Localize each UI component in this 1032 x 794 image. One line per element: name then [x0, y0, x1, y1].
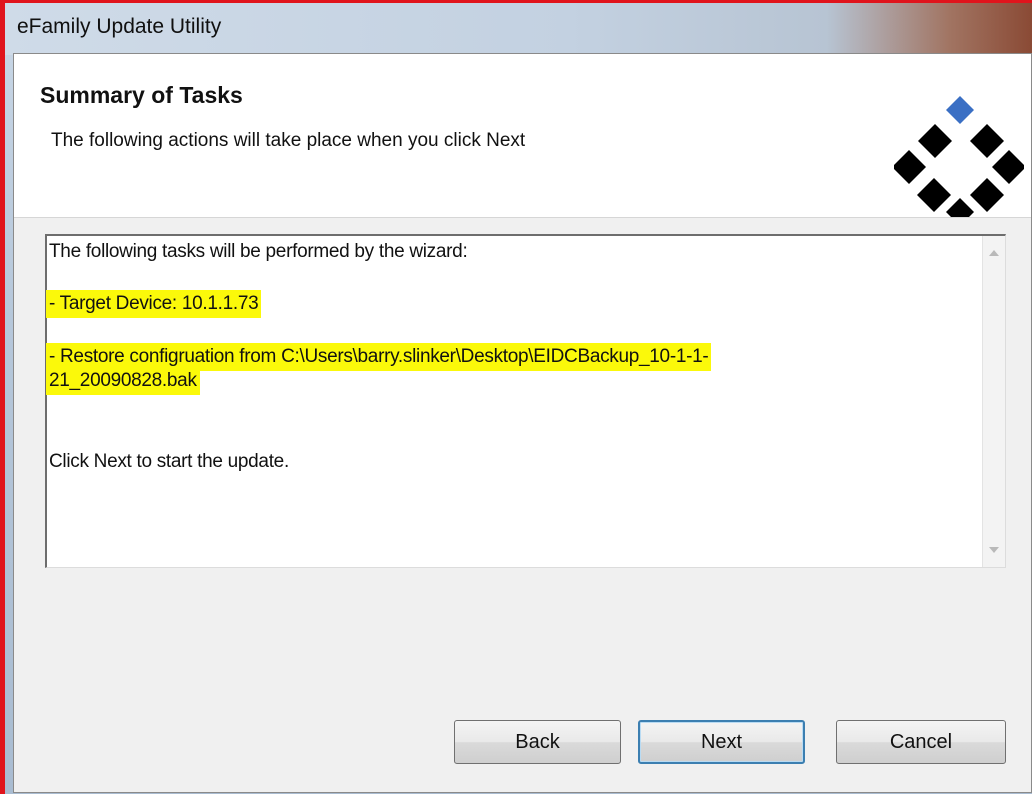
summary-restore-line-2: 21_20090828.bak [49, 370, 197, 392]
page-title: Summary of Tasks [40, 82, 243, 108]
wizard-client-area: Summary of Tasks The following actions w… [13, 53, 1032, 793]
title-bar[interactable]: eFamily Update Utility [5, 3, 1032, 55]
window-title: eFamily Update Utility [17, 15, 222, 38]
summary-restore-line-1: - Restore configruation from C:\Users\ba… [49, 346, 709, 368]
summary-target-device: - Target Device: 10.1.1.73 [49, 293, 259, 315]
wizard-window: eFamily Update Utility Summary of Tasks … [0, 0, 1032, 794]
cancel-button[interactable]: Cancel [836, 720, 1006, 764]
wizard-header: Summary of Tasks The following actions w… [14, 54, 1031, 218]
task-summary-textbox[interactable]: The following tasks will be performed by… [45, 234, 1006, 568]
next-button[interactable]: Next [638, 720, 805, 764]
summary-footer: Click Next to start the update. [49, 451, 289, 472]
back-button[interactable]: Back [454, 720, 621, 764]
vertical-scrollbar[interactable] [982, 236, 1005, 567]
scroll-up-icon[interactable] [989, 250, 999, 256]
scroll-down-icon[interactable] [989, 547, 999, 553]
diamond-logo-icon [894, 96, 1024, 217]
summary-intro: The following tasks will be performed by… [49, 241, 468, 262]
page-subtitle: The following actions will take place wh… [51, 130, 526, 151]
